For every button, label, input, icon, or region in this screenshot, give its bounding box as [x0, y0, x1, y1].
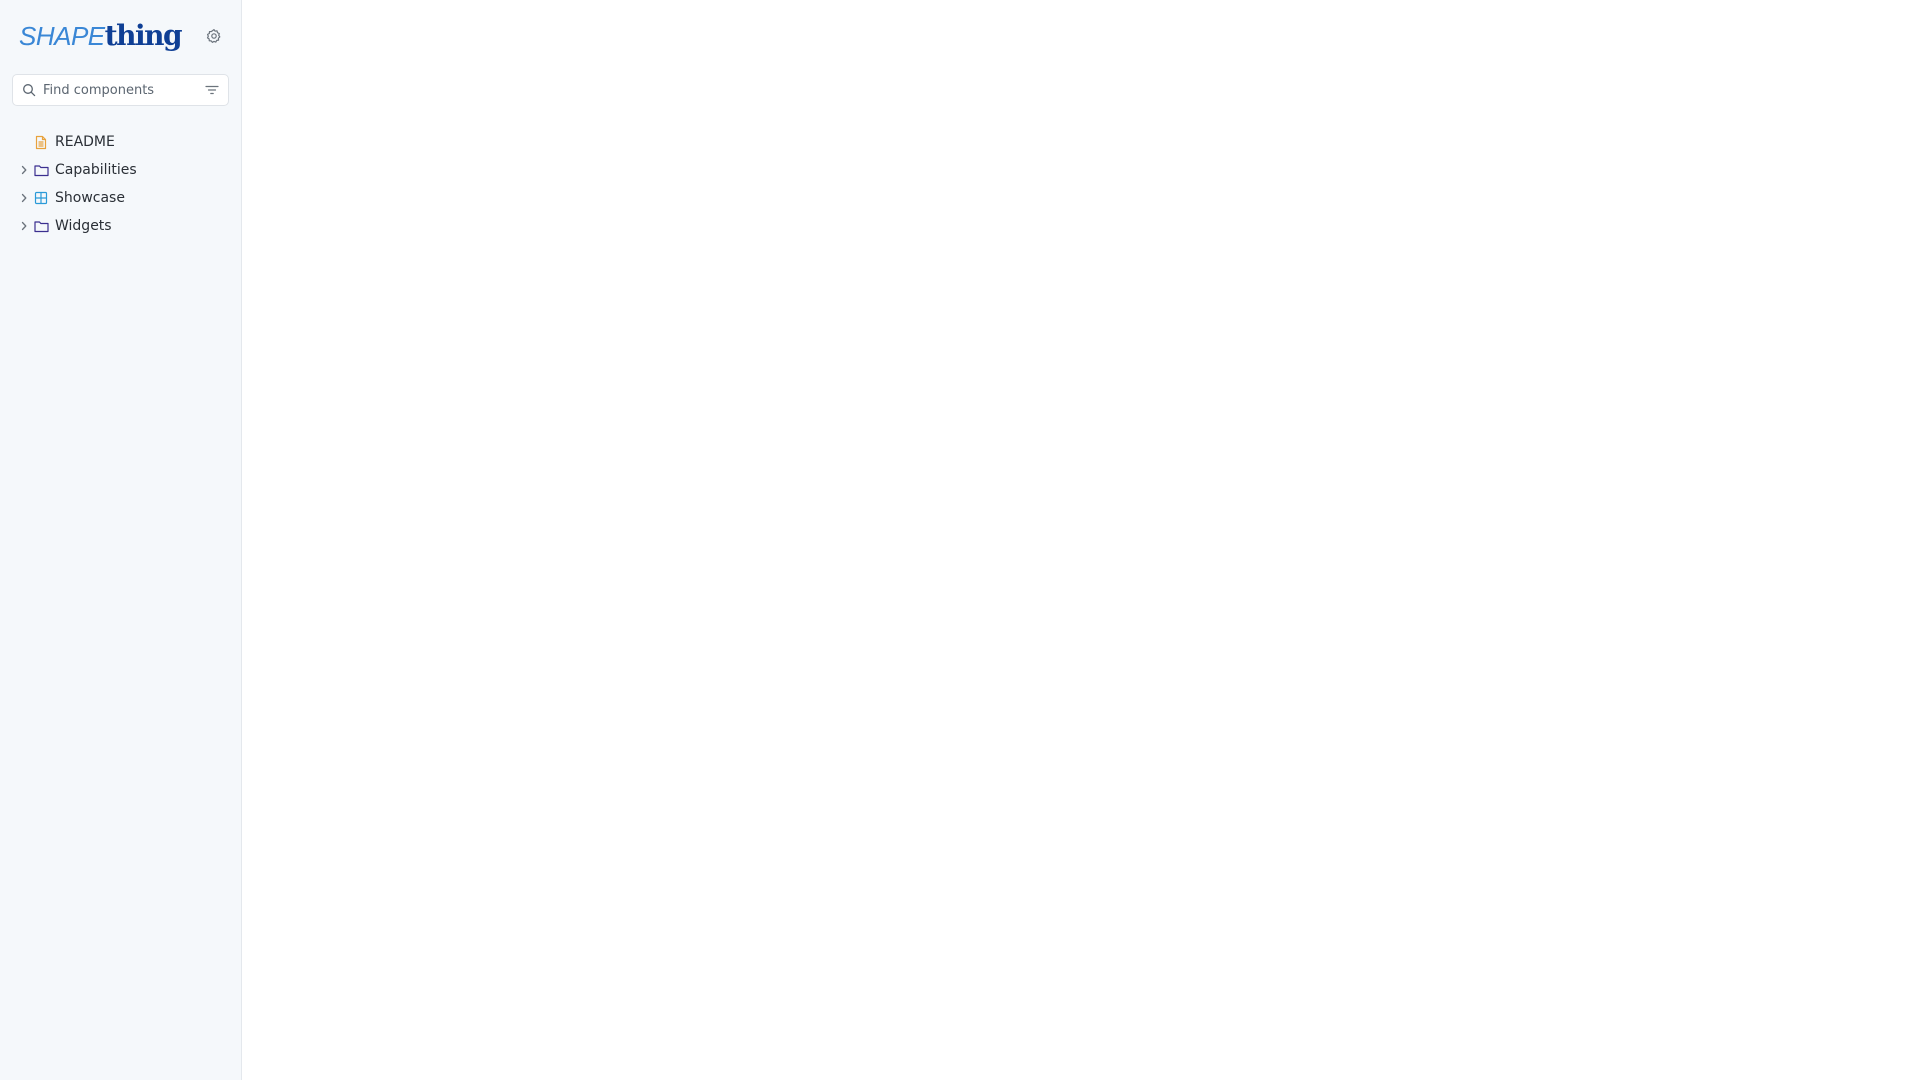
search-icon [21, 82, 37, 98]
brand-row: SHAPE thing [19, 16, 226, 56]
chevron-right-icon[interactable] [18, 164, 30, 176]
filter-button[interactable] [202, 80, 222, 100]
search-input[interactable] [43, 82, 193, 98]
filter-icon [205, 84, 219, 96]
search-box [12, 74, 229, 106]
component-tree: README Capabilities Showcase Widgets [0, 128, 241, 240]
grid-icon [33, 190, 49, 206]
preview-area [242, 0, 1920, 1080]
tree-item-label: Capabilities [55, 162, 137, 178]
tree-item-readme[interactable]: README [0, 128, 241, 156]
tree-item-showcase[interactable]: Showcase [0, 184, 241, 212]
logo-text-shape: SHAPE [19, 21, 105, 51]
tree-item-widgets[interactable]: Widgets [0, 212, 241, 240]
sidebar: SHAPE thing Find components README Capab… [0, 0, 242, 1080]
tree-item-capabilities[interactable]: Capabilities [0, 156, 241, 184]
gear-icon [206, 28, 222, 44]
brand-logo[interactable]: SHAPE thing [19, 19, 183, 52]
tree-item-label: Widgets [55, 218, 112, 234]
document-icon [33, 134, 49, 150]
chevron-right-icon[interactable] [18, 220, 30, 232]
tree-item-label: Showcase [55, 190, 125, 206]
folder-icon [33, 218, 49, 234]
logo-text-thing: thing [104, 19, 183, 52]
tree-item-label: README [55, 134, 115, 150]
folder-icon [33, 162, 49, 178]
settings-button[interactable] [202, 24, 226, 48]
app-window: SHAPE thing Find components README Capab… [0, 0, 1920, 1080]
chevron-right-icon[interactable] [18, 192, 30, 204]
